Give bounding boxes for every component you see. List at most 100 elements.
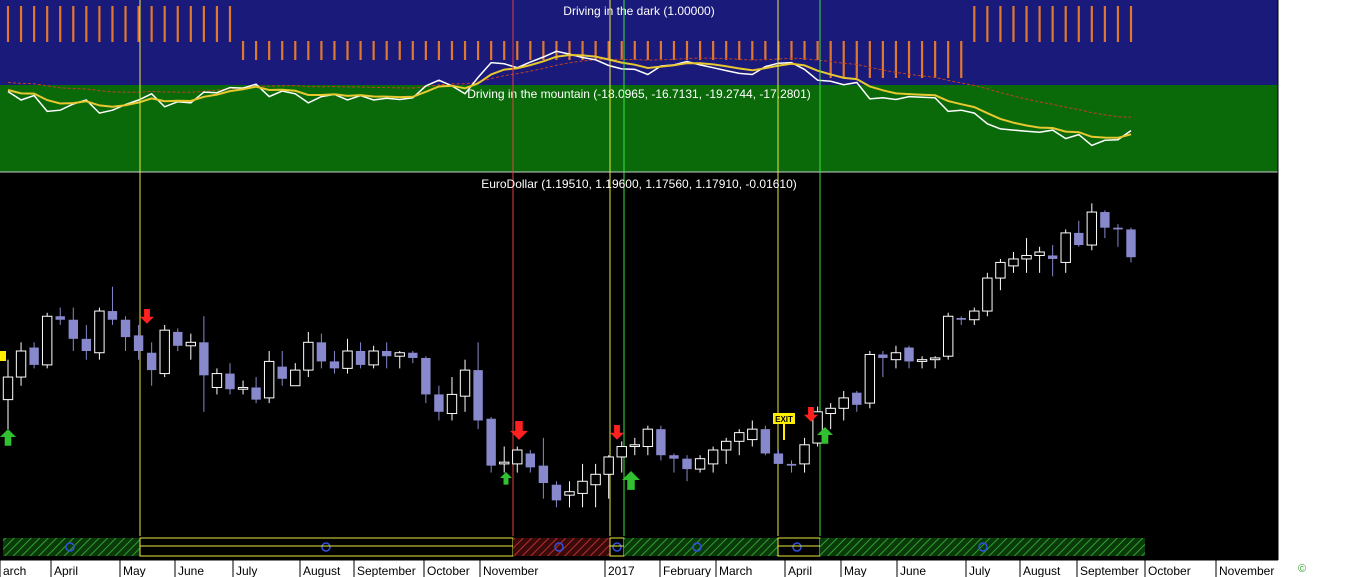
candle-body-down: [878, 354, 888, 358]
candle-body-up: [263, 360, 275, 399]
candle-body-up: [864, 353, 876, 404]
candle-body-up: [1008, 258, 1019, 267]
month-label: July: [969, 564, 990, 577]
month-label: October: [427, 564, 470, 577]
month-label: February: [663, 564, 711, 577]
month-label: May: [123, 564, 146, 577]
long-zone-3: [820, 538, 1145, 556]
candle-body-down: [355, 351, 366, 365]
candle-body-down: [146, 352, 157, 371]
candle-body-down: [120, 319, 131, 338]
candle-body-up: [303, 341, 314, 371]
month-label: October: [1148, 564, 1191, 577]
month-label: November: [483, 564, 538, 577]
month-label: September: [1080, 564, 1139, 577]
candle-body-down: [956, 318, 966, 320]
candle-body-up: [720, 440, 732, 451]
chart-canvas: Driving in the dark (1.00000) 0.50.0-0.5…: [0, 0, 1352, 577]
candle-body-up: [512, 449, 523, 465]
candle-body-down: [786, 463, 797, 466]
candle-body-down: [55, 316, 65, 320]
candle-body-up: [41, 315, 53, 366]
candle-body-down: [656, 429, 666, 456]
month-label: April: [54, 564, 78, 577]
exit-flag-label: EXIT: [775, 415, 793, 424]
candle-body-down: [277, 366, 287, 379]
candle-body-down: [107, 311, 118, 320]
month-label: arch: [3, 564, 26, 577]
candle-body-up: [368, 350, 379, 366]
candle-body-down: [682, 458, 692, 470]
month-label: August: [1023, 564, 1061, 577]
candle-body-up: [499, 461, 510, 465]
candle-body-up: [446, 393, 458, 415]
right-axis-area: [1278, 0, 1352, 577]
candle-body-up: [747, 428, 758, 441]
candle-body-up: [1034, 251, 1045, 256]
month-label: July: [236, 564, 257, 577]
candle-body-up: [564, 491, 575, 496]
candle-body-down: [904, 347, 914, 362]
candle-body-down: [133, 335, 144, 351]
candle-body-down: [773, 453, 784, 464]
candle-body-down: [473, 370, 483, 421]
candle-body-down: [538, 465, 549, 483]
candle-body-down: [760, 429, 771, 454]
candle-body-down: [225, 373, 235, 390]
candle-body-up: [995, 261, 1006, 279]
candle-body-down: [669, 455, 679, 459]
candle-body-down: [173, 331, 183, 346]
month-label: May: [844, 564, 867, 577]
candle-body-up: [290, 369, 301, 387]
oscillator-panel-title: Driving in the dark (1.00000): [563, 4, 714, 18]
month-label: April: [788, 564, 812, 577]
candle-body-up: [185, 341, 197, 347]
candle-body-down: [434, 394, 444, 412]
candle-body-up: [942, 315, 954, 357]
candle-body-up: [459, 369, 471, 397]
month-label: September: [357, 564, 416, 577]
candle-body-down: [408, 352, 418, 358]
month-label: August: [303, 564, 341, 577]
signal-strip: [0, 536, 1278, 560]
candle-body-up: [94, 310, 105, 354]
candle-body-up: [929, 357, 941, 361]
candle-body-down: [1126, 229, 1136, 258]
flat-zone-3: [777, 537, 821, 557]
candle-body-down: [525, 453, 536, 468]
candle-body-down: [199, 342, 209, 376]
candle-body-down: [1113, 227, 1123, 230]
copyright-icon: ©: [1298, 563, 1306, 575]
candle-body-down: [852, 392, 862, 405]
month-label: 2017: [608, 564, 635, 577]
candle-body-down: [68, 319, 78, 339]
candle-body-up: [825, 407, 836, 415]
candle-body-down: [1074, 232, 1084, 246]
candle-body-up: [707, 449, 719, 465]
candle-body-up: [734, 432, 745, 442]
candle-body-up: [237, 386, 249, 390]
candle-body-up: [394, 352, 405, 357]
price-panel-title: EuroDollar (1.19510, 1.19600, 1.17560, 1…: [481, 177, 797, 191]
flat-zone-1: [139, 537, 514, 557]
candle-body-up: [1086, 211, 1098, 246]
candle-body-up: [629, 444, 640, 448]
candle-body-down: [316, 342, 327, 362]
candle-body-up: [603, 456, 614, 475]
candle-body-up: [799, 444, 810, 465]
candle-body-up: [1060, 232, 1071, 263]
candle-body-down: [81, 338, 92, 351]
long-zone-1: [3, 538, 140, 556]
candle-body-up: [1021, 254, 1032, 260]
candle-body-down: [251, 387, 261, 400]
candle-body-down: [551, 484, 562, 501]
month-label: March: [719, 564, 752, 577]
candle-body-up: [916, 359, 928, 362]
candle-body-down: [381, 351, 392, 357]
candle-body-up: [982, 277, 993, 312]
time-axis: arch April May June July August September Octob…: [0, 559, 1278, 577]
candle-body-down: [1100, 212, 1110, 228]
candle-body-up: [211, 373, 223, 388]
candle-body-up: [577, 480, 588, 494]
candle-body-up: [616, 446, 627, 458]
